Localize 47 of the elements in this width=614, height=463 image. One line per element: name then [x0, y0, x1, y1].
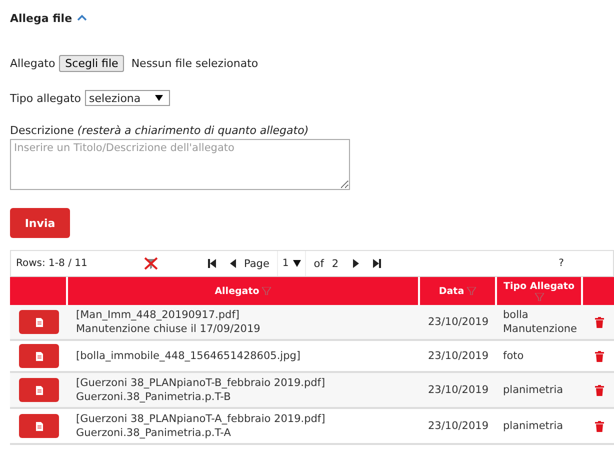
dropdown-arrow-icon [292, 260, 301, 267]
document-icon [36, 386, 42, 394]
description-field[interactable]: Inserire un Titolo/Descrizione dell'allegato [10, 139, 350, 190]
page-select[interactable]: 1 [277, 251, 306, 276]
table-cell-text: 23/10/2019 [427, 383, 490, 398]
section-title: Allega file [10, 12, 72, 24]
help-link[interactable]: ? [558, 258, 564, 269]
page-label: of [314, 258, 324, 270]
open-file-button[interactable] [19, 344, 59, 368]
trash-icon[interactable] [595, 384, 604, 396]
submit-button[interactable]: Invia [10, 208, 70, 238]
table-cell-text: 23/10/2019 [427, 315, 490, 330]
field-label: Tipo allegato [10, 92, 82, 104]
first-page-icon[interactable] [208, 259, 216, 268]
document-icon [36, 318, 42, 326]
file-status: Nessun file selezionato [131, 56, 258, 70]
table-cell-text: 23/10/2019 [427, 349, 490, 364]
open-file-button[interactable] [19, 310, 59, 334]
table-cell-text: planimetria [502, 383, 564, 398]
trash-icon[interactable] [595, 420, 604, 432]
table-cell-text: foto [502, 349, 525, 364]
trash-icon[interactable] [595, 350, 604, 362]
field-label: Descrizione (resterà a chiarimento di quanto allegato) [10, 124, 310, 137]
chevron-icon[interactable] [77, 14, 88, 22]
table-cell-text: [Guerzoni 38_PLANpianoT-A_febbraio 2019.pdf] Guerzoni.38_Panimetria.p.T-A [75, 412, 326, 441]
open-file-button[interactable] [19, 378, 59, 402]
dropdown-arrow-icon [154, 95, 163, 101]
clear-filter-icon[interactable] [144, 257, 158, 270]
trash-icon[interactable] [595, 316, 604, 328]
last-page-icon[interactable] [372, 259, 381, 268]
table-cell-text: [Guerzoni 38_PLANpianoT-B_febbraio 2019.pdf] Guerzoni.38_Panimetria.p.T-B [75, 376, 326, 405]
table-cell-text: planimetria [502, 419, 564, 434]
page-count: 2 [332, 258, 339, 270]
table-cell-text: 23/10/2019 [427, 419, 490, 434]
page-label: Page [244, 258, 270, 270]
field-label: Allegato [10, 56, 56, 70]
choose-file-button[interactable]: Scegli file [59, 54, 124, 72]
previous-page-icon[interactable] [230, 259, 236, 268]
type-select[interactable]: seleziona [85, 90, 170, 106]
document-icon [36, 422, 42, 430]
document-icon [36, 352, 42, 360]
rows-count: Rows: 1-8 / 11 [16, 258, 88, 269]
table-cell-text: [bolla_immobile_448_1564651428605.jpg] [75, 349, 302, 364]
open-file-button[interactable] [19, 414, 59, 438]
next-page-icon[interactable] [352, 259, 359, 268]
table-cell-text: [Man_Imm_448_20190917.pdf] Manutenzione chiuse il 17/09/2019 [75, 308, 262, 337]
table-cell-text: bolla Manutenzione [502, 308, 578, 337]
